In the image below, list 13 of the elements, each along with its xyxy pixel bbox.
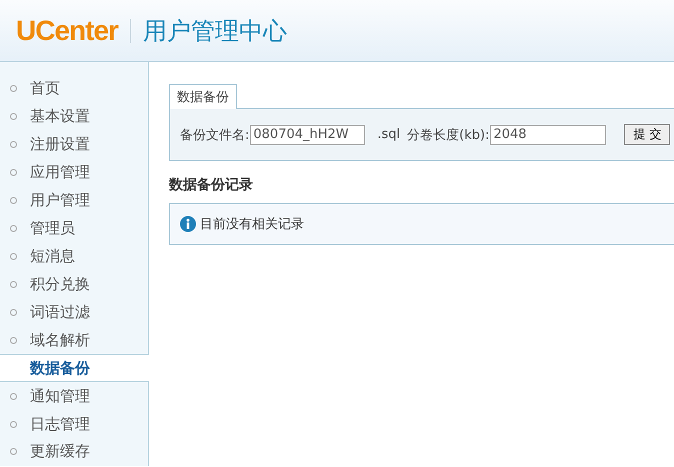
field-label: 分卷长度(kb): <box>407 126 490 144</box>
submit-button[interactable]: 提 交 <box>624 124 670 145</box>
info-icon <box>180 216 196 232</box>
info-message: 目前没有相关记录 <box>200 216 304 233</box>
sidebar-item[interactable]: 数据备份 <box>0 354 149 382</box>
section-heading: 数据备份记录 <box>169 176 254 194</box>
input-field[interactable]: 080704_hH2W <box>250 124 366 144</box>
field-label: 备份文件名: <box>180 126 250 144</box>
page-title: 用户管理中心 <box>142 16 287 46</box>
extension-label: .sql <box>377 127 400 142</box>
logo: UCenter <box>16 14 118 46</box>
tab[interactable]: 数据备份 <box>169 84 237 109</box>
input-field[interactable]: 2048 <box>490 124 606 144</box>
